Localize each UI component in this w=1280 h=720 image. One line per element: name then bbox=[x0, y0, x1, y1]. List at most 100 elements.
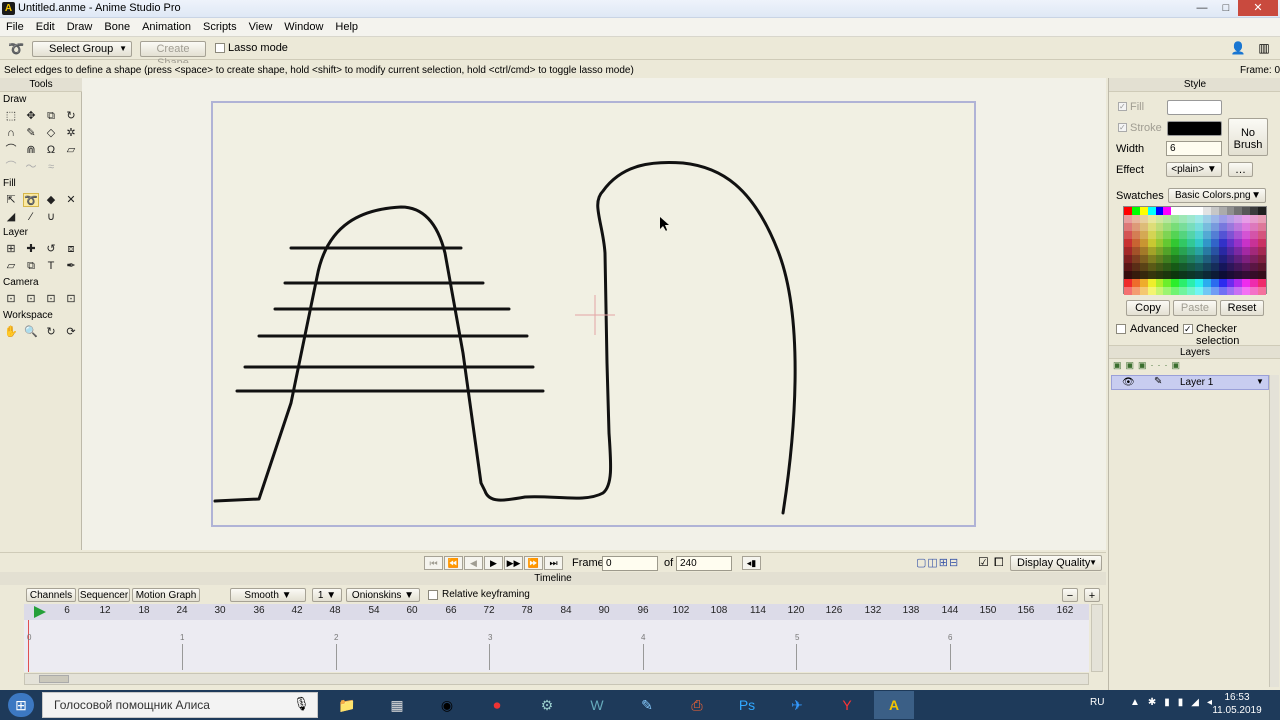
menu-scripts[interactable]: Scripts bbox=[197, 18, 243, 36]
no-brush-button[interactable]: No Brush bbox=[1228, 118, 1268, 156]
color-swatch[interactable] bbox=[1195, 223, 1203, 231]
color-swatch[interactable] bbox=[1147, 239, 1156, 247]
color-swatch[interactable] bbox=[1155, 247, 1164, 255]
color-swatch[interactable] bbox=[1234, 271, 1243, 279]
color-swatch[interactable] bbox=[1258, 223, 1267, 231]
color-swatch[interactable] bbox=[1171, 207, 1180, 215]
color-swatch[interactable] bbox=[1234, 231, 1243, 239]
color-swatch[interactable] bbox=[1147, 263, 1156, 271]
close-button[interactable]: ✕ bbox=[1238, 0, 1278, 16]
color-swatch[interactable] bbox=[1171, 255, 1180, 263]
scatter-brush-icon[interactable]: ✲ bbox=[63, 126, 79, 140]
timeline-hscrollbar[interactable] bbox=[24, 673, 1089, 685]
color-swatch[interactable] bbox=[1202, 231, 1211, 239]
advanced-checkbox[interactable] bbox=[1116, 324, 1126, 334]
onionskins-dropdown[interactable]: Onionskins ▼ bbox=[346, 588, 420, 602]
assistant-search-box[interactable]: Голосовой помощник Алиса 🎙 bbox=[42, 692, 318, 718]
color-swatch[interactable] bbox=[1258, 207, 1267, 215]
drawing-stage[interactable] bbox=[211, 101, 976, 527]
color-swatch[interactable] bbox=[1139, 287, 1148, 295]
color-swatch[interactable] bbox=[1187, 279, 1196, 287]
color-swatch[interactable] bbox=[1163, 271, 1172, 279]
display-quality-dropdown[interactable]: Display Quality ▼ bbox=[1010, 555, 1102, 571]
color-swatch[interactable] bbox=[1218, 247, 1227, 255]
color-swatch[interactable] bbox=[1258, 279, 1267, 287]
color-swatch[interactable] bbox=[1147, 223, 1156, 231]
color-swatch[interactable] bbox=[1155, 239, 1164, 247]
color-swatch[interactable] bbox=[1139, 215, 1148, 223]
color-swatch[interactable] bbox=[1202, 279, 1211, 287]
color-swatch[interactable] bbox=[1147, 215, 1156, 223]
color-swatch[interactable] bbox=[1226, 215, 1235, 223]
color-swatch[interactable] bbox=[1202, 223, 1211, 231]
text-tool-icon[interactable]: T bbox=[43, 259, 59, 273]
color-swatch[interactable] bbox=[1179, 263, 1188, 271]
color-swatch[interactable] bbox=[1202, 247, 1211, 255]
color-swatch[interactable] bbox=[1258, 247, 1267, 255]
color-swatch[interactable] bbox=[1234, 263, 1243, 271]
color-swatch[interactable] bbox=[1195, 239, 1203, 247]
color-swatch-grid[interactable] bbox=[1123, 206, 1267, 295]
color-swatch[interactable] bbox=[1171, 215, 1180, 223]
telegram-icon[interactable]: ✈ bbox=[781, 691, 813, 719]
color-swatch[interactable] bbox=[1195, 287, 1203, 295]
next-key-button[interactable]: ⏩ bbox=[524, 556, 543, 570]
eyedropper-icon[interactable]: ✒ bbox=[63, 259, 79, 273]
color-swatch[interactable] bbox=[1124, 247, 1132, 255]
color-swatch[interactable] bbox=[1171, 287, 1180, 295]
color-swatch[interactable] bbox=[1250, 207, 1259, 215]
color-swatch[interactable] bbox=[1171, 239, 1180, 247]
color-swatch[interactable] bbox=[1139, 279, 1148, 287]
audio-button[interactable]: ◂▮ bbox=[742, 556, 761, 570]
zoom-camera-icon[interactable]: ⊡ bbox=[23, 292, 39, 306]
calculator-icon[interactable]: ▦ bbox=[381, 691, 413, 719]
color-swatch[interactable] bbox=[1242, 255, 1251, 263]
color-swatch[interactable] bbox=[1218, 287, 1227, 295]
color-swatch[interactable] bbox=[1258, 239, 1267, 247]
language-indicator[interactable]: RU bbox=[1090, 697, 1104, 708]
network-tool-icon[interactable]: ⚙ bbox=[531, 691, 563, 719]
color-swatch[interactable] bbox=[1226, 239, 1235, 247]
color-swatch[interactable] bbox=[1226, 279, 1235, 287]
color-swatch[interactable] bbox=[1218, 215, 1227, 223]
color-swatch[interactable] bbox=[1250, 279, 1259, 287]
start-icon[interactable]: ⊞ bbox=[8, 693, 34, 717]
menu-window[interactable]: Window bbox=[278, 18, 329, 36]
maximize-button[interactable]: □ bbox=[1214, 0, 1238, 16]
draw-shape-icon[interactable]: ◇ bbox=[43, 126, 59, 140]
color-swatch[interactable] bbox=[1171, 271, 1180, 279]
character-icon[interactable]: 👤 bbox=[1230, 41, 1246, 57]
color-swatch[interactable] bbox=[1250, 231, 1259, 239]
color-swatch[interactable] bbox=[1218, 279, 1227, 287]
view-layout-icons[interactable]: ▢◫⊞⊟ bbox=[916, 556, 982, 570]
color-swatch[interactable] bbox=[1155, 271, 1164, 279]
delete-edge-icon[interactable]: ⌒ bbox=[3, 143, 19, 157]
layer-dropdown-icon[interactable]: ▼ bbox=[1256, 377, 1264, 386]
fill-color-swatch[interactable] bbox=[1167, 100, 1222, 115]
color-swatch[interactable] bbox=[1124, 271, 1132, 279]
color-swatch[interactable] bbox=[1131, 271, 1140, 279]
color-swatch[interactable] bbox=[1210, 247, 1219, 255]
hscroll-thumb[interactable] bbox=[39, 675, 69, 683]
fill-checkbox[interactable]: ✓ bbox=[1118, 102, 1127, 111]
color-swatch[interactable] bbox=[1179, 231, 1188, 239]
color-swatch[interactable] bbox=[1242, 239, 1251, 247]
color-swatch[interactable] bbox=[1234, 207, 1243, 215]
color-swatch[interactable] bbox=[1131, 255, 1140, 263]
switch-layer-icon[interactable]: ⧉ bbox=[23, 259, 39, 273]
color-swatch[interactable] bbox=[1179, 207, 1188, 215]
color-swatch[interactable] bbox=[1139, 271, 1148, 279]
color-swatch[interactable] bbox=[1139, 247, 1148, 255]
color-swatch[interactable] bbox=[1124, 239, 1132, 247]
add-point-icon[interactable]: ∩ bbox=[3, 126, 19, 140]
color-swatch[interactable] bbox=[1226, 247, 1235, 255]
paint-bucket-icon[interactable]: ◆ bbox=[43, 193, 59, 207]
anime-studio-taskbar-icon[interactable]: A bbox=[874, 691, 914, 719]
step-forward-button[interactable]: ▶▶ bbox=[504, 556, 523, 570]
copy-button[interactable]: Copy bbox=[1126, 300, 1170, 316]
color-swatch[interactable] bbox=[1187, 239, 1196, 247]
color-swatch[interactable] bbox=[1187, 215, 1196, 223]
color-swatch[interactable] bbox=[1147, 255, 1156, 263]
color-swatch[interactable] bbox=[1139, 231, 1148, 239]
color-swatch[interactable] bbox=[1242, 231, 1251, 239]
